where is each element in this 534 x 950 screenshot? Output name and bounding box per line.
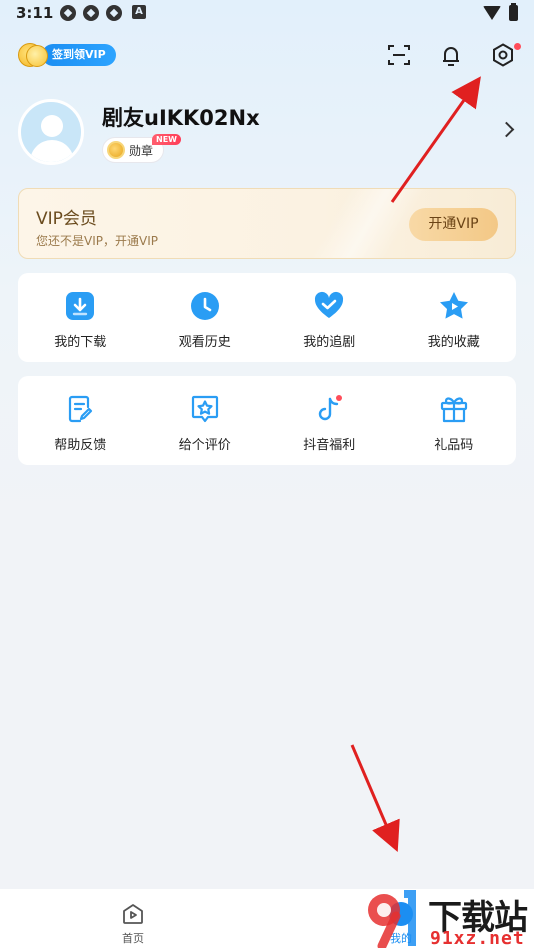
checkin-vip-button[interactable]: 签到领VIP — [18, 42, 116, 68]
my-favorites-label: 我的收藏 — [427, 335, 480, 350]
watch-history-label: 观看历史 — [178, 335, 231, 350]
following-dramas-item[interactable]: 我的追剧 — [267, 273, 392, 362]
my-downloads-label: 我的下载 — [54, 335, 107, 350]
watermark-site: 91xz.net — [430, 928, 525, 949]
scan-icon[interactable] — [386, 42, 412, 68]
status-time: 3:11 — [16, 4, 54, 22]
rate-app-item[interactable]: 给个评价 — [143, 376, 268, 465]
app-notification-a-icon: A — [132, 5, 146, 19]
services-card: 帮助反馈 给个评价 抖音福利 礼品码 — [18, 376, 516, 465]
settings-gear-icon[interactable] — [490, 42, 521, 68]
header-actions — [386, 42, 521, 68]
settings-red-dot — [514, 43, 521, 50]
site-watermark: 下载站 91xz.net — [362, 888, 534, 950]
chevron-right-icon[interactable] — [498, 121, 515, 138]
wifi-icon — [483, 6, 501, 20]
status-notification-icons: A — [60, 5, 146, 21]
home-play-icon — [121, 902, 145, 926]
nav-home-label: 首页 — [122, 932, 144, 945]
help-feedback-label: 帮助反馈 — [54, 438, 107, 453]
download-icon — [64, 290, 96, 322]
my-downloads-item[interactable]: 我的下载 — [18, 273, 143, 362]
vip-card[interactable]: VIP会员 您还不是VIP，开通VIP 开通VIP — [18, 188, 516, 259]
checkin-vip-label: 签到领VIP — [42, 44, 116, 66]
new-tag: NEW — [152, 134, 181, 145]
following-dramas-label: 我的追剧 — [303, 335, 356, 350]
watermark-logo — [362, 890, 424, 950]
notification-bell-icon[interactable] — [438, 42, 464, 68]
gift-icon — [438, 393, 470, 425]
history-clock-icon — [189, 290, 221, 322]
vip-title: VIP会员 — [36, 209, 97, 229]
battery-icon — [509, 3, 518, 21]
medal-label: 勋章 — [129, 143, 154, 158]
status-system-icons — [483, 3, 518, 21]
app-notification-icon — [83, 5, 99, 21]
vip-subtitle: 您还不是VIP，开通VIP — [36, 234, 158, 248]
quick-actions-card: 我的下载 观看历史 我的追剧 我的收藏 — [18, 273, 516, 362]
gift-code-item[interactable]: 礼品码 — [392, 376, 517, 465]
avatar[interactable] — [18, 99, 84, 165]
watch-history-item[interactable]: 观看历史 — [143, 273, 268, 362]
app-notification-icon — [106, 5, 122, 21]
heart-check-icon — [313, 290, 345, 322]
username[interactable]: 剧友uIKK02Nx — [102, 102, 260, 132]
star-icon — [438, 290, 470, 322]
coin-icon — [18, 42, 48, 68]
help-feedback-item[interactable]: 帮助反馈 — [18, 376, 143, 465]
open-vip-button[interactable]: 开通VIP — [409, 208, 498, 241]
status-bar: 3:11 A — [0, 0, 534, 28]
rate-app-label: 给个评价 — [178, 438, 231, 453]
gift-code-label: 礼品码 — [434, 438, 474, 453]
douyin-icon — [313, 393, 345, 425]
douyin-benefits-item[interactable]: 抖音福利 — [267, 376, 392, 465]
rating-star-icon — [189, 393, 221, 425]
annotation-arrow-mine — [350, 744, 400, 853]
app-notification-icon — [60, 5, 76, 21]
feedback-document-icon — [64, 393, 96, 425]
nav-home[interactable]: 首页 — [110, 900, 156, 946]
my-favorites-item[interactable]: 我的收藏 — [392, 273, 517, 362]
douyin-benefits-label: 抖音福利 — [303, 438, 356, 453]
medal-icon — [107, 141, 125, 159]
annotation-arrow-settings — [390, 76, 481, 203]
